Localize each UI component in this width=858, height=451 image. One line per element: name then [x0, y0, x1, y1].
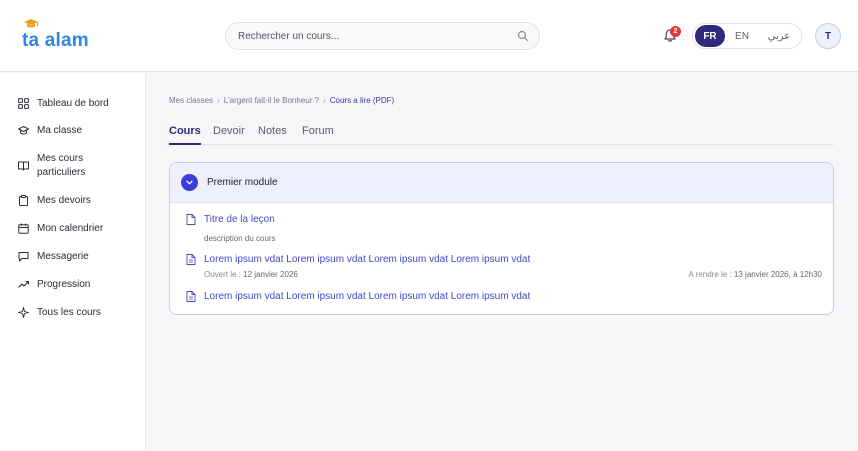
tab-devoir[interactable]: Devoir [213, 125, 245, 145]
breadcrumb: Mes classes › L'argent fait-il le Bonheu… [169, 96, 394, 105]
due-date-label: A rendre le : [688, 270, 732, 279]
breadcrumb-separator: › [217, 96, 220, 105]
lesson-item[interactable]: Lorem ipsum vdat Lorem ipsum vdat Lorem … [186, 254, 530, 265]
sidebar: Tableau de bord Ma classe Mes cours part… [0, 73, 146, 451]
avatar[interactable]: T [815, 23, 841, 49]
sidebar-item-ma-classe[interactable]: Ma classe [18, 124, 125, 138]
search-input[interactable] [238, 30, 517, 42]
lesson-description: description du cours [204, 234, 276, 243]
lesson-open-date: Ouvert le : 12 janvier 2026 [204, 270, 298, 279]
sidebar-item-label: Progression [37, 279, 91, 290]
message-icon [18, 252, 29, 262]
tab-bar: Cours Devoir Notes Forum [169, 120, 834, 145]
language-switcher: FR EN عربي [692, 23, 802, 49]
calendar-icon [18, 223, 29, 234]
due-date-value: 13 janvier 2026, à 12h30 [733, 270, 822, 279]
lesson-link[interactable]: Lorem ipsum vdat Lorem ipsum vdat Lorem … [204, 254, 530, 265]
tab-cours[interactable]: Cours [169, 125, 201, 145]
chevron-down-icon [186, 180, 193, 185]
sidebar-item-label: Mes devoirs [37, 195, 91, 206]
sidebar-item-tous-les-cours[interactable]: Tous les cours [18, 306, 125, 320]
open-date-value: 12 janvier 2026 [243, 270, 298, 279]
lesson-link[interactable]: Titre de la leçon [204, 214, 275, 225]
clipboard-icon [19, 195, 28, 206]
book-open-icon [18, 161, 29, 171]
document-icon [186, 214, 196, 225]
graduation-cap-icon [24, 19, 38, 28]
breadcrumb-separator: › [323, 96, 326, 105]
sidebar-item-label: Mon calendrier [37, 223, 104, 234]
module-header[interactable]: Premier module [170, 163, 833, 203]
sidebar-item-label: Tous les cours [37, 307, 101, 318]
tab-forum[interactable]: Forum [302, 125, 334, 145]
top-bar: ta alam 2 FR EN عربي T [0, 0, 858, 72]
document-icon [186, 254, 196, 265]
sidebar-item-mon-calendrier[interactable]: Mon calendrier [18, 222, 125, 236]
breadcrumb-item[interactable]: L'argent fait-il le Bonheur ? [224, 96, 319, 105]
lesson-item[interactable]: Lorem ipsum vdat Lorem ipsum vdat Lorem … [186, 291, 530, 302]
sidebar-item-messagerie[interactable]: Messagerie [18, 250, 125, 264]
dashboard-icon [18, 98, 29, 109]
search-bar [225, 22, 540, 50]
logo[interactable]: ta alam [22, 19, 89, 51]
document-icon [186, 291, 196, 302]
open-date-label: Ouvert le : [204, 270, 241, 279]
lesson-item[interactable]: Titre de la leçon [186, 214, 275, 225]
sidebar-item-mes-devoirs[interactable]: Mes devoirs [18, 194, 125, 208]
sidebar-item-label: Ma classe [37, 125, 83, 136]
logo-text: ta alam [22, 30, 89, 51]
graduation-cap-icon [18, 126, 29, 135]
lesson-link[interactable]: Lorem ipsum vdat Lorem ipsum vdat Lorem … [204, 291, 530, 302]
tab-notes[interactable]: Notes [258, 125, 287, 145]
module-card: Premier module Titre de la leçon descrip… [169, 162, 834, 315]
search-icon[interactable] [517, 30, 529, 42]
notification-badge: 2 [670, 26, 681, 37]
sidebar-item-label: Messagerie [37, 251, 89, 262]
sidebar-item-label: Tableau de bord [37, 98, 109, 109]
breadcrumb-item[interactable]: Mes classes [169, 96, 213, 105]
sparkle-icon [18, 307, 29, 318]
sidebar-item-progression[interactable]: Progression [18, 278, 125, 292]
breadcrumb-current: Cours a lire (PDF) [329, 96, 395, 105]
lesson-due-date: A rendre le : 13 janvier 2026, à 12h30 [689, 270, 822, 279]
sidebar-item-label: Mes cours particuliers [37, 153, 86, 178]
language-fr[interactable]: FR [695, 25, 725, 47]
language-ar[interactable]: عربي [759, 25, 799, 47]
module-title: Premier module [207, 177, 278, 188]
sidebar-item-mes-cours-particuliers[interactable]: Mes cours particuliers [18, 152, 125, 180]
sidebar-item-dashboard[interactable]: Tableau de bord [18, 97, 125, 111]
trending-up-icon [18, 280, 29, 288]
module-toggle[interactable] [181, 174, 198, 191]
language-en[interactable]: EN [725, 25, 759, 47]
